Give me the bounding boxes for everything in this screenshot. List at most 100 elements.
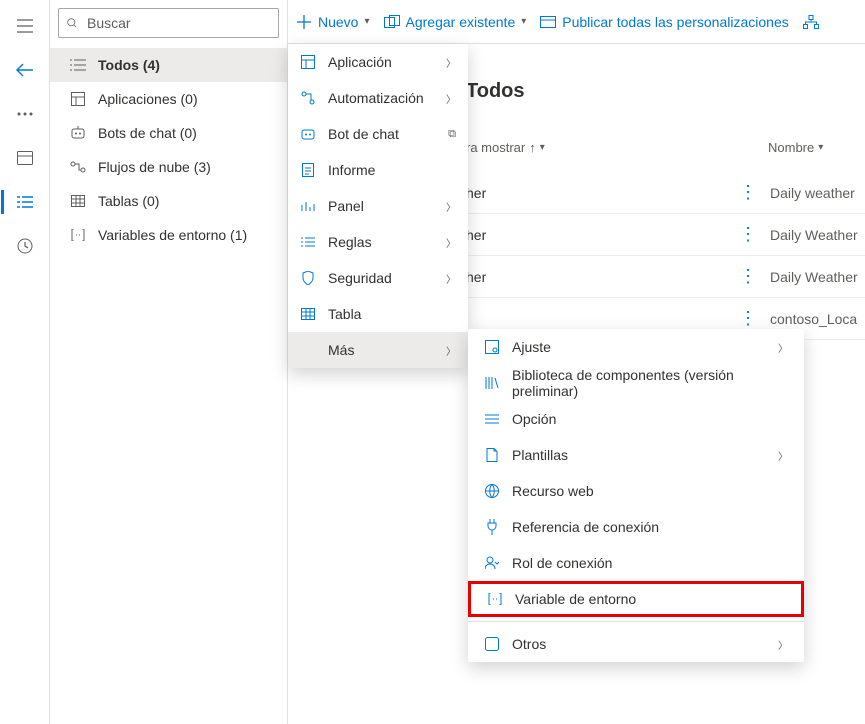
menu-item-informe[interactable]: Informe [288, 152, 468, 188]
tree-label: Todos (4) [98, 57, 275, 73]
chevron-right-icon: 〉 [778, 448, 788, 463]
chevron-down-icon: ▾ [364, 16, 369, 27]
template-icon [484, 447, 500, 463]
table-row[interactable]: her ⋮ Daily Weather [466, 256, 865, 298]
menu-item-ajuste[interactable]: Ajuste 〉 [468, 329, 804, 365]
table-icon[interactable] [1, 140, 49, 176]
menu-item-mas[interactable]: Más 〉 [288, 332, 468, 368]
back-icon[interactable] [1, 52, 49, 88]
role-icon [484, 555, 500, 571]
menu-item-tabla[interactable]: Tabla [288, 296, 468, 332]
menu-item-opcion[interactable]: Opción [468, 401, 804, 437]
cmd-publicar[interactable]: Publicar todas las personalizaciones [540, 14, 788, 30]
row-actions-icon[interactable]: ⋮ [726, 182, 770, 203]
tree-view-icon[interactable] [1, 184, 49, 220]
menu-item-reglas[interactable]: Reglas 〉 [288, 224, 468, 260]
tree-label: Variables de entorno (1) [98, 227, 275, 243]
menu-item-rolconexion[interactable]: Rol de conexión [468, 545, 804, 581]
search-input[interactable] [58, 8, 279, 38]
column-header-display[interactable]: ra mostrar ↑ ▾ [466, 140, 545, 155]
chevron-right-icon: 〉 [446, 91, 456, 106]
sitemap-icon[interactable] [803, 15, 819, 29]
library-icon [484, 375, 500, 391]
history-icon[interactable] [1, 228, 49, 264]
tree-item-bots[interactable]: Bots de chat (0) [50, 116, 287, 150]
tree-label: Tablas (0) [98, 193, 275, 209]
tree-item-todos[interactable]: Todos (4) [50, 48, 287, 82]
chevron-right-icon: 〉 [778, 637, 788, 652]
table-row[interactable]: her ⋮ Daily weather [466, 172, 865, 214]
chevron-down-icon: ▾ [521, 16, 526, 27]
menu-item-panel[interactable]: Panel 〉 [288, 188, 468, 224]
cmd-agregar[interactable]: Agregar existente ▾ [384, 14, 527, 30]
brackets-icon [487, 591, 503, 607]
row-actions-icon[interactable]: ⋮ [726, 308, 770, 329]
chevron-right-icon: 〉 [446, 55, 456, 70]
menu-item-botchat[interactable]: Bot de chat ⧉ [288, 116, 468, 152]
hamburger-icon[interactable] [1, 8, 49, 44]
shield-icon [300, 270, 316, 286]
menu-item-plantillas[interactable]: Plantillas 〉 [468, 437, 804, 473]
rules-icon [300, 234, 316, 250]
cmd-nuevo[interactable]: Nuevo ▾ [296, 14, 370, 30]
chevron-right-icon: 〉 [446, 235, 456, 250]
row-actions-icon[interactable]: ⋮ [726, 266, 770, 287]
flow-icon [70, 159, 86, 175]
list-icon [70, 57, 86, 73]
plug-icon [484, 519, 500, 535]
menu-item-otros[interactable]: Otros 〉 [468, 626, 804, 662]
menu-item-recurso[interactable]: Recurso web [468, 473, 804, 509]
menu-item-automatizacion[interactable]: Automatización 〉 [288, 80, 468, 116]
external-icon: ⧉ [448, 128, 456, 141]
dashboard-icon [300, 198, 316, 214]
publish-icon [540, 14, 556, 30]
bot-icon [300, 126, 316, 142]
automation-icon [300, 90, 316, 106]
menu-item-seguridad[interactable]: Seguridad 〉 [288, 260, 468, 296]
plus-icon [296, 14, 312, 30]
page-title: Todos [466, 80, 525, 103]
table-row[interactable]: her ⋮ Daily Weather [466, 214, 865, 256]
option-icon [484, 411, 500, 427]
table2-icon [300, 306, 316, 322]
row-actions-icon[interactable]: ⋮ [726, 224, 770, 245]
more-icon[interactable] [1, 96, 49, 132]
brackets-icon [70, 227, 86, 243]
tree-label: Aplicaciones (0) [98, 91, 275, 107]
cmd-label: Agregar existente [406, 14, 516, 30]
chevron-down-icon: ▾ [818, 142, 823, 153]
cmd-label: Nuevo [318, 14, 358, 30]
chevron-right-icon: 〉 [446, 199, 456, 214]
menu-item-aplicacion[interactable]: Aplicación 〉 [288, 44, 468, 80]
tree-item-aplicaciones[interactable]: Aplicaciones (0) [50, 82, 287, 116]
search-field[interactable] [85, 14, 270, 32]
chevron-right-icon: 〉 [446, 271, 456, 286]
tree-item-tablas[interactable]: Tablas (0) [50, 184, 287, 218]
chevron-right-icon: 〉 [778, 340, 788, 355]
settings-icon [484, 339, 500, 355]
column-header-name[interactable]: Nombre ▾ [768, 140, 823, 155]
menu-item-variable-entorno[interactable]: Variable de entorno [468, 581, 804, 617]
cmd-label: Publicar todas las personalizaciones [562, 14, 788, 30]
app-icon [70, 91, 86, 107]
separator [468, 621, 804, 622]
app-icon [300, 54, 316, 70]
more-submenu: Ajuste 〉 Biblioteca de componentes (vers… [468, 329, 804, 662]
other-icon [484, 636, 500, 652]
chevron-down-icon: ▾ [540, 142, 545, 153]
add-existing-icon [384, 14, 400, 30]
bot-icon [70, 125, 86, 141]
chevron-right-icon: 〉 [446, 343, 456, 358]
sort-asc-icon: ↑ [529, 140, 536, 155]
blank-icon [300, 342, 316, 358]
tree-item-variables[interactable]: Variables de entorno (1) [50, 218, 287, 252]
tree-label: Bots de chat (0) [98, 125, 275, 141]
menu-item-refconexion[interactable]: Referencia de conexión [468, 509, 804, 545]
report-icon [300, 162, 316, 178]
web-icon [484, 483, 500, 499]
table2-icon [70, 193, 86, 209]
new-menu: Aplicación 〉 Automatización 〉 Bot de cha… [288, 44, 468, 368]
menu-item-biblioteca[interactable]: Biblioteca de componentes (versión preli… [468, 365, 804, 401]
tree-label: Flujos de nube (3) [98, 159, 275, 175]
tree-item-flujos[interactable]: Flujos de nube (3) [50, 150, 287, 184]
